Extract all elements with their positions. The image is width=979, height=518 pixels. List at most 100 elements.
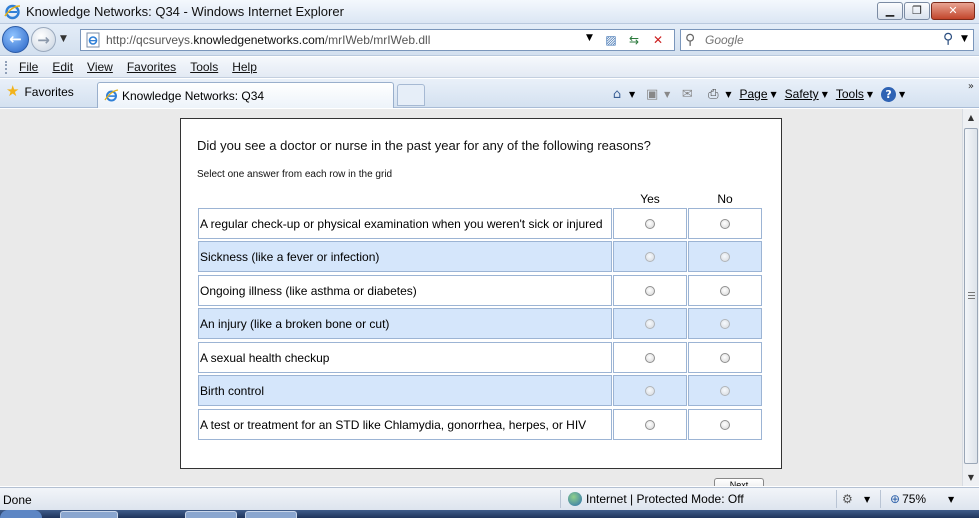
page-menu-label: Page — [739, 87, 768, 101]
compatibility-view-icon[interactable]: ▨ — [601, 32, 621, 48]
rss-feed-icon: ▣ — [646, 86, 659, 102]
address-dropdown-icon[interactable]: ▼ — [586, 33, 593, 43]
yes-cell[interactable] — [613, 208, 687, 239]
toolbar-overflow-icon[interactable]: » — [968, 81, 974, 92]
stop-icon[interactable]: ✕ — [648, 32, 668, 48]
search-options-dropdown[interactable]: ▼ — [961, 34, 968, 44]
back-arrow-icon: ← — [9, 30, 22, 48]
new-tab-button[interactable] — [397, 84, 425, 106]
yes-radio[interactable] — [645, 286, 655, 296]
yes-radio[interactable] — [645, 386, 655, 396]
yes-cell[interactable] — [613, 241, 687, 272]
menu-edit[interactable]: Edit — [52, 60, 73, 74]
no-radio[interactable] — [720, 353, 730, 363]
no-radio[interactable] — [720, 386, 730, 396]
chevron-down-icon[interactable]: ▼ — [629, 90, 635, 99]
column-header-no: No — [717, 192, 733, 206]
safety-menu[interactable]: Safety ▼ — [785, 87, 828, 101]
chevron-down-icon[interactable]: ▼ — [725, 90, 731, 99]
minimize-button[interactable]: ▁ — [877, 2, 903, 20]
yes-cell[interactable] — [613, 409, 687, 440]
yes-cell[interactable] — [613, 275, 687, 306]
feeds-button[interactable]: ▣ ▼ — [643, 87, 670, 102]
command-bar: ⌂ ▼ ▣ ▼ ✉ ⎙ ▼ Page ▼ Safety ▼ Tools ▼ ? ▼ — [608, 83, 913, 105]
no-cell[interactable] — [688, 208, 762, 239]
menu-bar: File Edit View Favorites Tools Help — [0, 57, 979, 78]
no-cell[interactable] — [688, 409, 762, 440]
restore-icon: ❐ — [912, 4, 922, 17]
scroll-thumb[interactable] — [964, 128, 978, 464]
no-radio[interactable] — [720, 286, 730, 296]
home-icon: ⌂ — [612, 86, 622, 102]
chevron-down-icon[interactable]: ▼ — [664, 90, 670, 99]
zoom-control[interactable]: ⊕ 75% — [890, 492, 926, 506]
title-bar: Knowledge Networks: Q34 - Windows Intern… — [0, 0, 979, 24]
yes-radio[interactable] — [645, 219, 655, 229]
menu-favorites[interactable]: Favorites — [127, 60, 176, 74]
row-label: A test or treatment for an STD like Chla… — [198, 409, 612, 440]
yes-cell[interactable] — [613, 308, 687, 339]
no-radio[interactable] — [720, 420, 730, 430]
yes-radio[interactable] — [645, 353, 655, 363]
protected-mode-icon[interactable]: ⚙ — [842, 492, 853, 506]
search-icon[interactable]: ⚲ — [943, 31, 953, 47]
scroll-down-icon[interactable]: ▼ — [963, 469, 979, 486]
favorites-label: Favorites — [24, 84, 74, 99]
menu-tools[interactable]: Tools — [190, 60, 218, 74]
close-button[interactable]: ✕ — [931, 2, 975, 20]
next-button[interactable]: Next — [714, 478, 764, 486]
yes-cell[interactable] — [613, 342, 687, 373]
chevron-down-icon[interactable]: ▼ — [948, 495, 954, 504]
start-button[interactable] — [0, 510, 42, 518]
no-cell[interactable] — [688, 308, 762, 339]
read-mail-button[interactable]: ✉ — [678, 87, 696, 102]
vertical-scrollbar[interactable]: ▲ ▼ — [962, 109, 979, 486]
menu-view[interactable]: View — [87, 60, 113, 74]
no-radio[interactable] — [720, 219, 730, 229]
taskbar-button[interactable] — [60, 511, 118, 518]
no-cell[interactable] — [688, 375, 762, 406]
tools-menu[interactable]: Tools ▼ — [836, 87, 873, 101]
favorites-button[interactable]: ★ Favorites — [6, 84, 74, 99]
menu-file[interactable]: File — [19, 60, 38, 74]
yes-radio[interactable] — [645, 319, 655, 329]
back-button[interactable]: ← — [2, 26, 29, 53]
taskbar-button[interactable] — [185, 511, 237, 518]
chevron-down-icon: ▼ — [770, 89, 777, 99]
print-button[interactable]: ⎙ ▼ — [704, 87, 731, 102]
no-radio[interactable] — [720, 252, 730, 262]
url-domain: knowledgenetworks.com — [193, 33, 325, 47]
no-cell[interactable] — [688, 275, 762, 306]
taskbar-button[interactable] — [245, 511, 297, 518]
recent-pages-dropdown[interactable]: ▼ — [60, 34, 67, 44]
menu-help[interactable]: Help — [232, 60, 257, 74]
page-menu[interactable]: Page ▼ — [739, 87, 776, 101]
address-bar[interactable]: http://qcsurveys.knowledgenetworks.com/m… — [80, 29, 675, 51]
no-cell[interactable] — [688, 342, 762, 373]
chevron-down-icon: ▼ — [866, 89, 874, 99]
help-icon: ? — [881, 86, 897, 102]
no-radio[interactable] — [720, 319, 730, 329]
search-input[interactable] — [705, 32, 925, 48]
no-cell[interactable] — [688, 241, 762, 272]
scroll-up-icon[interactable]: ▲ — [963, 109, 979, 126]
refresh-icon[interactable]: ⇆ — [624, 32, 644, 48]
search-box[interactable]: ⚲ ⚲ ▼ — [680, 29, 974, 51]
status-divider — [836, 490, 837, 508]
security-zone[interactable]: Internet | Protected Mode: Off — [568, 492, 744, 506]
home-button[interactable]: ⌂ ▼ — [608, 87, 635, 102]
forward-button[interactable]: → — [31, 27, 56, 52]
row-label: Sickness (like a fever or infection) — [198, 241, 612, 272]
tab-active[interactable]: Knowledge Networks: Q34 — [97, 82, 394, 108]
ie-logo-icon — [4, 4, 21, 20]
row-label: A sexual health checkup — [198, 342, 612, 373]
yes-radio[interactable] — [645, 252, 655, 262]
chevron-down-icon[interactable]: ▼ — [899, 90, 905, 99]
help-button[interactable]: ? ▼ — [881, 86, 905, 102]
yes-radio[interactable] — [645, 420, 655, 430]
chevron-down-icon[interactable]: ▼ — [864, 495, 870, 504]
yes-cell[interactable] — [613, 375, 687, 406]
zoom-icon: ⊕ — [890, 492, 901, 506]
tools-menu-label: Tools — [835, 87, 864, 101]
maximize-button[interactable]: ❐ — [904, 2, 930, 20]
